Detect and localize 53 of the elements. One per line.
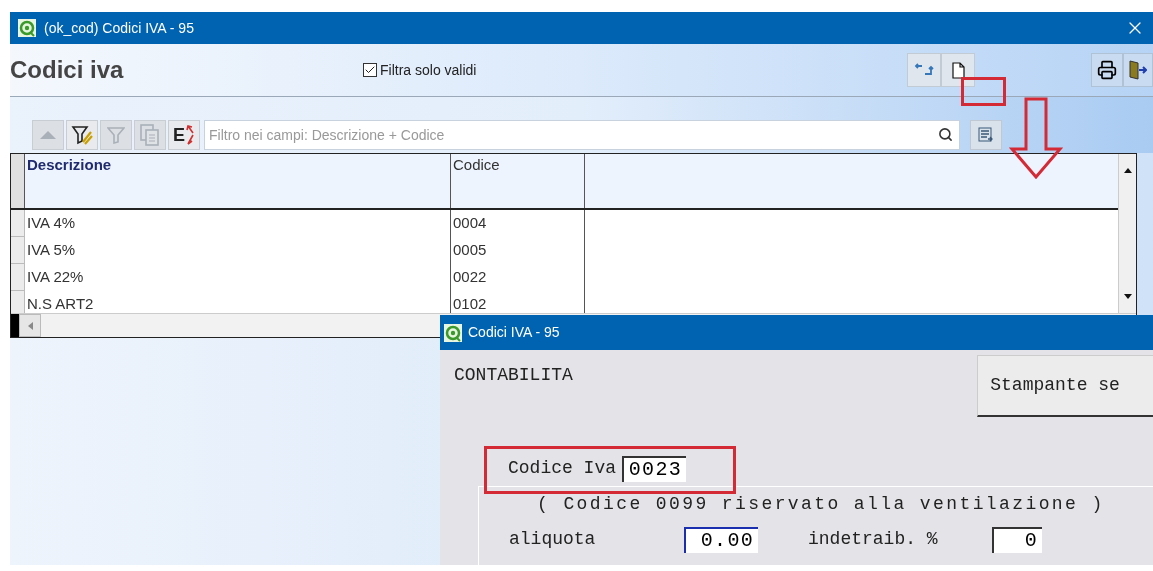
funnel-icon — [107, 126, 125, 144]
search-field[interactable]: Filtro nei campi: Descrizione + Codice — [204, 120, 960, 150]
refresh-button[interactable] — [907, 53, 941, 87]
column-settings-button[interactable] — [970, 120, 1002, 150]
app-logo-icon — [444, 323, 462, 342]
funnel-pencil-icon — [71, 124, 93, 146]
table-cell-text: 0004 — [453, 213, 487, 234]
scroll-up-icon[interactable] — [1123, 168, 1132, 173]
section-title: CONTABILITA — [454, 364, 574, 387]
table-cell-text: N.S ART2 — [27, 294, 94, 313]
table-cell-text: 0102 — [453, 294, 487, 313]
table-cell-text: IVA 4% — [27, 213, 76, 234]
triangle-left-icon — [27, 321, 33, 330]
ventilation-note: ( Codice 0099 riservato alla ventilazione ) — [537, 493, 1106, 516]
window-title: (ok_cod) Codici IVA - 95 — [44, 18, 194, 38]
field-label: aliquota — [509, 528, 597, 551]
field-label: indetraib. % — [808, 528, 939, 551]
page-title: Codici iva — [10, 55, 125, 85]
highlight-frame — [961, 77, 1006, 106]
column-header[interactable]: Codice — [451, 154, 585, 208]
vertical-scrollbar[interactable] — [1118, 154, 1136, 313]
table-cell-text: 0022 — [453, 267, 487, 288]
sort-fields-button[interactable]: E — [168, 120, 200, 150]
printer-icon — [1097, 60, 1117, 80]
table-cell-text: IVA 5% — [27, 240, 76, 261]
print-button[interactable] — [1091, 53, 1123, 87]
code-field[interactable]: 0023 — [622, 455, 687, 482]
current-row-marker — [11, 314, 19, 337]
valid-only-checkbox[interactable]: Filtra solo validi — [363, 59, 477, 81]
header-corner — [11, 154, 25, 208]
check-icon — [364, 64, 376, 76]
rate-field[interactable]: 0.00 — [684, 526, 758, 553]
search-icon — [938, 127, 953, 142]
scroll-left-button[interactable] — [19, 314, 41, 337]
documents-icon — [140, 124, 160, 146]
door-arrow-icon — [1129, 60, 1147, 80]
triangle-up-icon — [40, 131, 56, 139]
app-logo-icon — [18, 19, 36, 37]
new-document-button[interactable] — [941, 53, 975, 87]
dialog-title: Codici IVA - 95 — [468, 323, 560, 342]
nondeductible-field[interactable]: 0 — [992, 526, 1042, 553]
filter-edit-button[interactable] — [66, 120, 98, 150]
table-cell-text: 0005 — [453, 240, 487, 261]
column-header[interactable]: Descrizione — [25, 154, 451, 208]
swap-arrows-icon — [914, 63, 934, 77]
field-label: Codice Iva — [508, 457, 617, 480]
table-cell-text: IVA 22% — [27, 267, 84, 288]
printer-button[interactable]: Stampante se — [977, 355, 1153, 417]
blank-page-icon — [951, 61, 965, 79]
swap-arrows-icon — [186, 125, 195, 145]
list-arrow-icon — [978, 127, 994, 143]
scroll-down-icon[interactable] — [1123, 294, 1132, 299]
exit-button[interactable] — [1123, 53, 1153, 87]
